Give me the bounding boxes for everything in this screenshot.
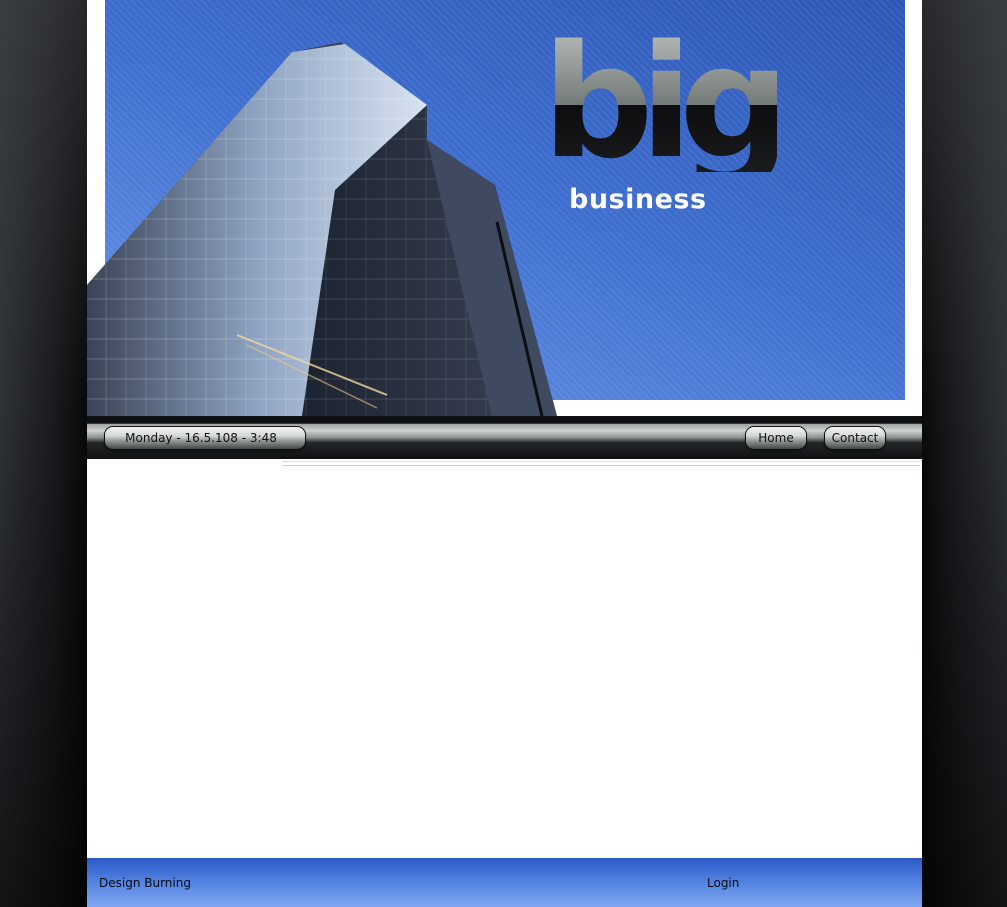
navigation-bar: Monday - 16.5.108 - 3:48 Home Contact <box>87 416 922 459</box>
date-time-display: Monday - 16.5.108 - 3:48 <box>105 427 305 449</box>
footer-credit-link[interactable]: Design Burning <box>99 876 191 890</box>
header-banner: big business <box>87 0 922 416</box>
content-divider <box>282 461 920 466</box>
brand-logo: big business <box>542 24 852 218</box>
main-content-area <box>87 459 922 858</box>
skyscraper-image <box>87 42 557 416</box>
footer-bar: Design Burning Login <box>87 858 922 907</box>
logo-wordmark: big <box>542 11 791 193</box>
logo-tagline: business <box>569 184 707 215</box>
contact-button[interactable]: Contact <box>825 427 885 449</box>
login-link[interactable]: Login <box>707 876 739 890</box>
page-container: big business Monday - 16.5.108 - 3:48 Ho… <box>87 0 922 907</box>
home-button[interactable]: Home <box>746 427 806 449</box>
